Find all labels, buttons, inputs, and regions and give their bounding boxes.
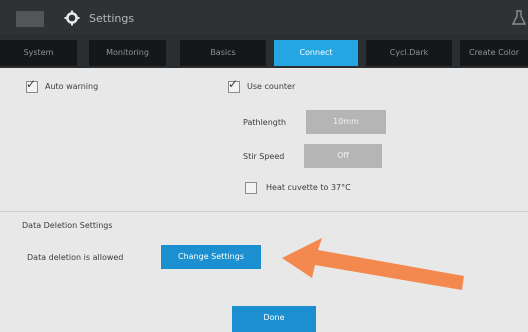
data-deletion-section-title: Data Deletion Settings	[22, 221, 113, 230]
heat-cuvette-label: Heat cuvette to 37°C	[266, 183, 351, 192]
auto-warning-checkbox[interactable]: ✓	[26, 77, 38, 93]
checkmark-icon: ✓	[228, 77, 239, 91]
stir-speed-select[interactable]: Off	[304, 144, 382, 168]
app-title: Settings	[89, 12, 135, 25]
tab-create-color[interactable]: Create Color	[460, 40, 528, 66]
settings-screen: Settings System Monitoring Basics Connec…	[0, 0, 528, 332]
pathlength-label: Pathlength	[243, 118, 287, 127]
use-counter-label: Use counter	[247, 82, 296, 91]
data-deletion-status: Data deletion is allowed	[27, 253, 124, 262]
flask-icon	[512, 10, 526, 25]
use-counter-checkbox[interactable]: ✓	[228, 77, 240, 93]
checkmark-icon: ✓	[26, 77, 37, 91]
annotation-arrow-icon	[282, 238, 464, 290]
heat-cuvette-checkbox[interactable]	[245, 182, 257, 194]
tab-bar: System Monitoring Basics Connect Cycl.Da…	[0, 34, 528, 68]
back-button[interactable]	[16, 11, 44, 27]
tab-cycl-dark[interactable]: Cycl.Dark	[366, 40, 452, 66]
divider	[0, 211, 528, 212]
gear-icon	[64, 10, 80, 26]
stir-speed-label: Stir Speed	[243, 152, 285, 161]
tab-monitoring[interactable]: Monitoring	[89, 40, 166, 66]
done-button[interactable]: Done	[232, 306, 316, 332]
change-settings-button[interactable]: Change Settings	[161, 245, 261, 269]
tab-system[interactable]: System	[0, 40, 77, 66]
title-bar: Settings	[0, 0, 528, 34]
tab-connect[interactable]: Connect	[274, 40, 358, 66]
auto-warning-label: Auto warning	[45, 82, 99, 91]
pathlength-select[interactable]: 10mm	[306, 110, 386, 134]
tab-basics[interactable]: Basics	[180, 40, 266, 66]
